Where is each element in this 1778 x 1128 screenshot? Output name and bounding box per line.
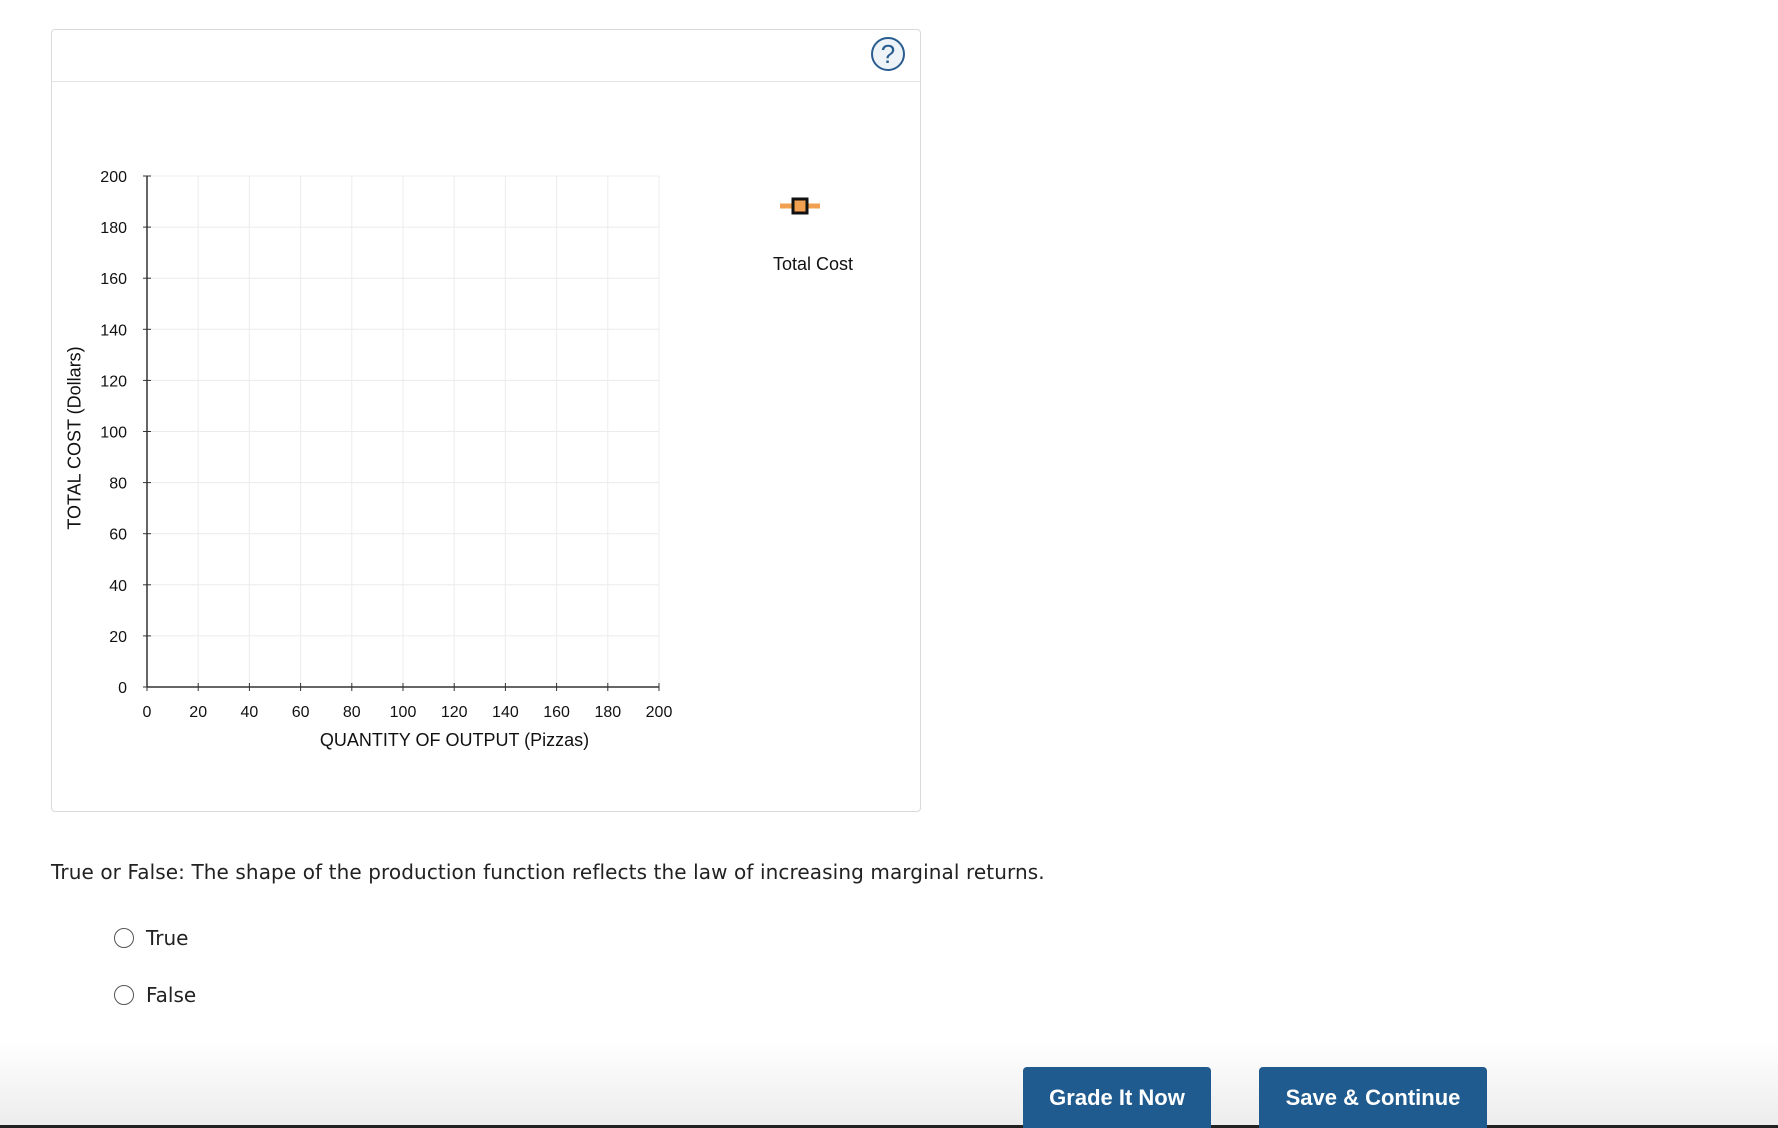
bottom-toolbar bbox=[0, 1040, 1778, 1128]
y-tick-label: 180 bbox=[100, 220, 127, 237]
x-axis-label: QUANTITY OF OUTPUT (Pizzas) bbox=[319, 730, 590, 750]
question-text: True or False: The shape of the producti… bbox=[51, 860, 1045, 884]
x-tick-label: 200 bbox=[646, 704, 673, 721]
x-tick-label: 60 bbox=[292, 704, 310, 721]
x-tick-label: 180 bbox=[594, 704, 621, 721]
option-true-label: True bbox=[146, 926, 189, 950]
y-axis-label: TOTAL COST (Dollars) bbox=[64, 346, 85, 530]
y-tick-label: 40 bbox=[109, 578, 127, 595]
y-tick-label: 140 bbox=[100, 322, 127, 339]
radio-false[interactable] bbox=[114, 985, 134, 1005]
graph-panel: ? 0 20 40 60 80 100 120 140 160 180 200 0 20 40 60 80 10… bbox=[51, 29, 921, 812]
square-marker-icon bbox=[791, 197, 809, 215]
save-continue-button[interactable]: Save & Continue bbox=[1259, 1067, 1487, 1128]
x-tick-label: 20 bbox=[189, 704, 207, 721]
y-tick-label: 0 bbox=[118, 680, 127, 697]
page: ? 0 20 40 60 80 100 120 140 160 180 200 0 20 40 60 80 10… bbox=[0, 0, 1778, 1128]
x-tick-label: 0 bbox=[143, 704, 152, 721]
y-tick-label: 20 bbox=[109, 629, 127, 646]
option-false-label: False bbox=[146, 983, 197, 1007]
x-tick-label: 120 bbox=[441, 704, 468, 721]
option-true[interactable]: True bbox=[114, 926, 188, 950]
option-false[interactable]: False bbox=[114, 983, 196, 1007]
radio-true[interactable] bbox=[114, 928, 134, 948]
x-tick-label: 40 bbox=[241, 704, 259, 721]
y-tick-label: 60 bbox=[109, 527, 127, 544]
x-tick-label: 80 bbox=[343, 704, 361, 721]
y-tick-label: 120 bbox=[100, 373, 127, 390]
y-tick-label: 80 bbox=[109, 476, 127, 493]
grade-it-now-button[interactable]: Grade It Now bbox=[1023, 1067, 1211, 1128]
y-tick-label: 160 bbox=[100, 271, 127, 288]
x-tick-label: 160 bbox=[543, 704, 570, 721]
x-tick-label: 140 bbox=[492, 704, 519, 721]
legend-label-total-cost: Total Cost bbox=[772, 254, 854, 274]
chart-area[interactable]: 0 20 40 60 80 100 120 140 160 180 200 0 20 40 60 80 100 1… bbox=[52, 30, 920, 811]
y-tick-label: 200 bbox=[100, 169, 127, 186]
y-tick-label: 100 bbox=[100, 425, 127, 442]
x-tick-label: 100 bbox=[390, 704, 417, 721]
